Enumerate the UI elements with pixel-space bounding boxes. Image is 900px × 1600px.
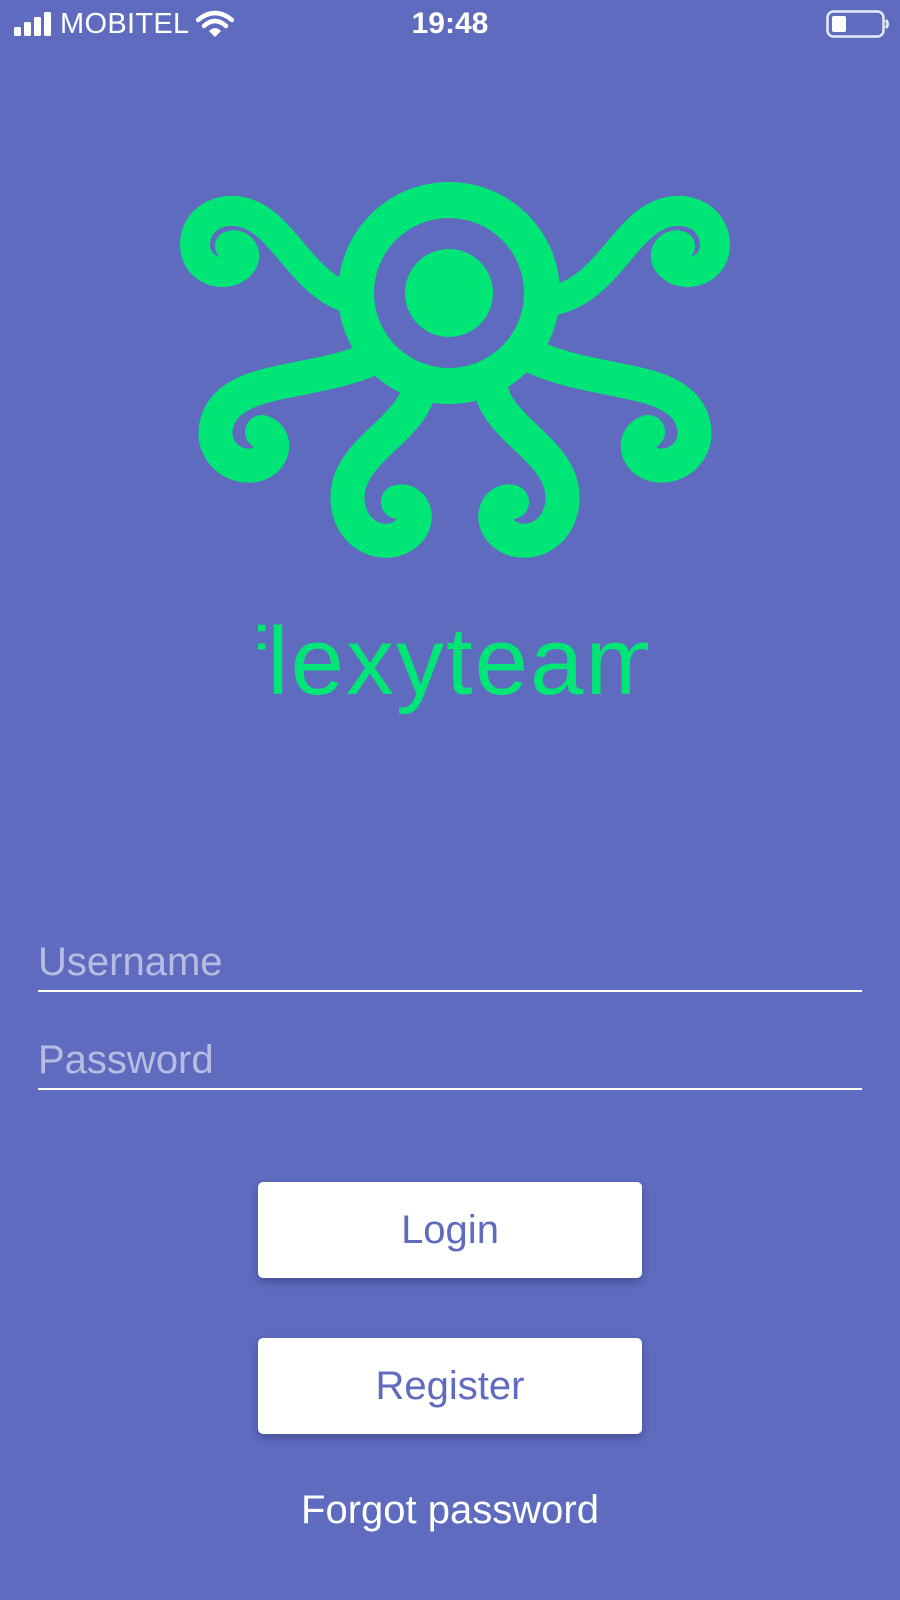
password-input[interactable] [38,1032,862,1088]
username-input[interactable] [38,934,862,990]
register-button[interactable]: Register [258,1338,642,1434]
octopus-logo [180,182,730,558]
brand-name: flexyteam [258,612,648,715]
username-field[interactable] [38,934,862,992]
forgot-password-link[interactable]: Forgot password [0,1488,900,1533]
login-button[interactable]: Login [258,1182,642,1278]
status-bar: MOBITEL 19:48 [0,0,900,50]
status-time: 19:48 [411,7,489,40]
password-field[interactable] [38,1032,862,1090]
flexyteam-wordmark: flexyteam [258,612,648,715]
battery-icon [826,10,889,38]
